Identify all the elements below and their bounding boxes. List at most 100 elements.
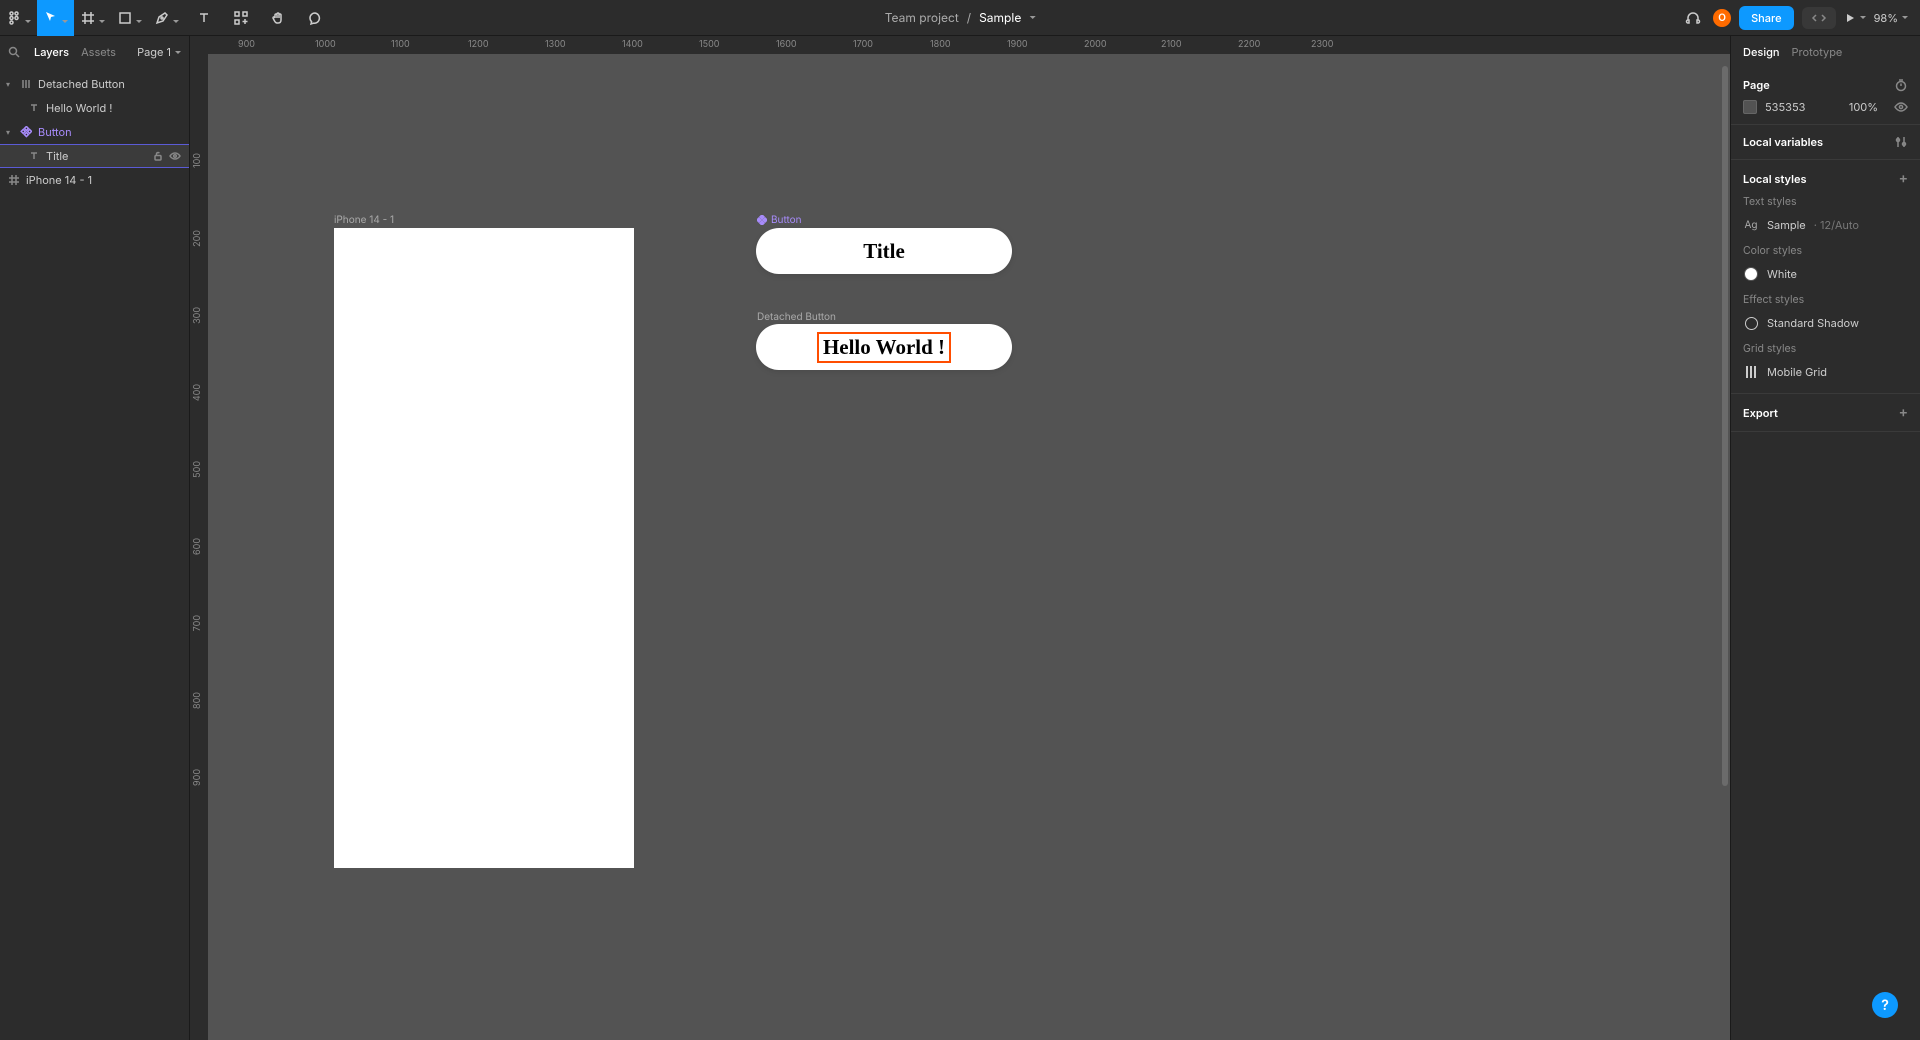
figma-logo-icon [6,10,22,26]
layer-label: Button [38,125,72,139]
layer-title[interactable]: Title [0,144,189,168]
breadcrumb[interactable]: Team project / Sample [885,10,1036,25]
section-title: Local styles [1743,172,1807,186]
canvas-detached-button[interactable]: Hello World ! [756,324,1012,370]
breadcrumb-slash: / [967,10,971,25]
frame-label-iphone[interactable]: iPhone 14 - 1 [334,214,394,226]
ruler-tick: 1400 [622,39,643,50]
canvas-detached-text[interactable]: Hello World ! [817,332,951,363]
headphones-icon [1685,10,1701,26]
component-icon [20,126,32,138]
text-style-meta-val: 12/Auto [1820,218,1859,232]
frame-iphone[interactable] [334,228,634,868]
section-local-variables: Local variables [1731,125,1920,160]
style-category-grid: Grid styles [1743,342,1908,355]
text-style-meta: · 12/Auto [1814,218,1859,232]
ruler-tick: 1600 [776,39,797,50]
layer-iphone-frame[interactable]: ▾ iPhone 14 - 1 [0,168,189,192]
ruler-horizontal: 900 1000 1100 1200 1300 1400 1500 1600 1… [208,36,1730,54]
canvas-button-text[interactable]: Title [863,239,905,264]
text-style-name: Sample [1767,218,1806,232]
tab-design[interactable]: Design [1743,45,1780,59]
page-color-row[interactable]: 535353 100% [1743,100,1908,114]
comment-icon [307,10,323,26]
section-export: Export + [1731,394,1920,432]
ruler-tick: 1900 [1007,39,1028,50]
pen-tool-button[interactable] [148,0,185,36]
style-category-effect: Effect styles [1743,293,1908,306]
ruler-tick: 1800 [930,39,951,50]
user-avatar[interactable]: O [1713,9,1731,27]
page-name: Page 1 [137,45,171,59]
move-tool-button[interactable] [37,0,74,36]
breadcrumb-file[interactable]: Sample [979,10,1021,25]
page-color-opacity[interactable]: 100% [1849,100,1878,114]
ruler-tick: 2300 [1311,39,1333,50]
section-local-styles: Local styles + Text styles Ag Sample · 1… [1731,160,1920,394]
rectangle-icon [117,10,133,26]
tab-assets[interactable]: Assets [81,45,116,59]
color-style-white[interactable]: White [1743,263,1908,285]
section-title: Page [1743,78,1770,92]
layer-label: Title [46,149,68,163]
zoom-dropdown[interactable]: 98% [1874,11,1908,25]
comment-tool-button[interactable] [296,0,333,36]
ruler-corner [190,36,208,54]
component-label-button[interactable]: Button [757,214,802,226]
breadcrumb-project[interactable]: Team project [885,10,959,25]
eye-icon[interactable] [1894,101,1908,113]
ruler-tick: 300 [192,307,203,324]
chevron-down-icon [1860,16,1866,19]
chevron-down-icon[interactable] [1029,16,1035,19]
unlock-icon[interactable] [153,151,163,161]
grid-style-mobile[interactable]: Mobile Grid [1743,361,1908,383]
ruler-tick: 800 [192,692,203,709]
frame-layer-icon [8,174,20,186]
layer-detached-button[interactable]: ▾ Detached Button [0,72,189,96]
text-style-sample[interactable]: Ag Sample · 12/Auto [1743,214,1908,236]
timer-icon[interactable] [1894,78,1908,92]
style-category-text: Text styles [1743,195,1908,208]
ruler-tick: 2200 [1238,39,1260,50]
sliders-icon[interactable] [1894,135,1908,149]
resources-button[interactable] [222,0,259,36]
frame-tool-button[interactable] [74,0,111,36]
share-button[interactable]: Share [1739,6,1793,30]
text-tool-button[interactable] [185,0,222,36]
toolbar: Team project / Sample O Share 98% [0,0,1920,36]
expand-toggle[interactable]: ▾ [6,127,14,137]
layer-hello-world[interactable]: Hello World ! [0,96,189,120]
chevron-down-icon [175,51,181,54]
page-selector[interactable]: Page 1 [137,45,181,59]
ruler-tick: 2100 [1161,39,1182,50]
tab-layers[interactable]: Layers [34,45,69,59]
chevron-down-icon [1902,16,1908,19]
add-style-button[interactable]: + [1899,170,1908,187]
main-menu-button[interactable] [0,0,37,36]
page-color-swatch[interactable] [1743,100,1757,114]
hand-tool-button[interactable] [259,0,296,36]
canvas-button-component[interactable]: Title [756,228,1012,274]
audio-button[interactable] [1681,0,1705,36]
cursor-icon [43,10,59,26]
canvas[interactable]: iPhone 14 - 1 Button Title Detached Butt… [208,54,1730,1040]
vertical-scrollbar[interactable] [1722,66,1728,786]
tab-prototype[interactable]: Prototype [1792,45,1843,59]
canvas-area[interactable]: 900 1000 1100 1200 1300 1400 1500 1600 1… [190,36,1730,1040]
page-color-hex[interactable]: 535353 [1765,100,1805,114]
search-icon[interactable] [8,46,20,58]
dev-mode-toggle[interactable] [1802,7,1836,29]
eye-icon[interactable] [169,151,181,161]
ruler-tick: 1100 [391,39,410,50]
expand-toggle[interactable]: ▾ [6,79,14,89]
effect-style-shadow[interactable]: Standard Shadow [1743,312,1908,334]
pen-icon [154,10,170,26]
layer-button-component[interactable]: ▾ Button [0,120,189,144]
add-export-button[interactable]: + [1899,404,1908,421]
frame-label-detached[interactable]: Detached Button [757,311,836,323]
shape-tool-button[interactable] [111,0,148,36]
play-icon [1844,12,1856,24]
present-button[interactable] [1844,12,1866,24]
hand-icon [270,10,286,26]
help-button[interactable]: ? [1872,992,1898,1018]
